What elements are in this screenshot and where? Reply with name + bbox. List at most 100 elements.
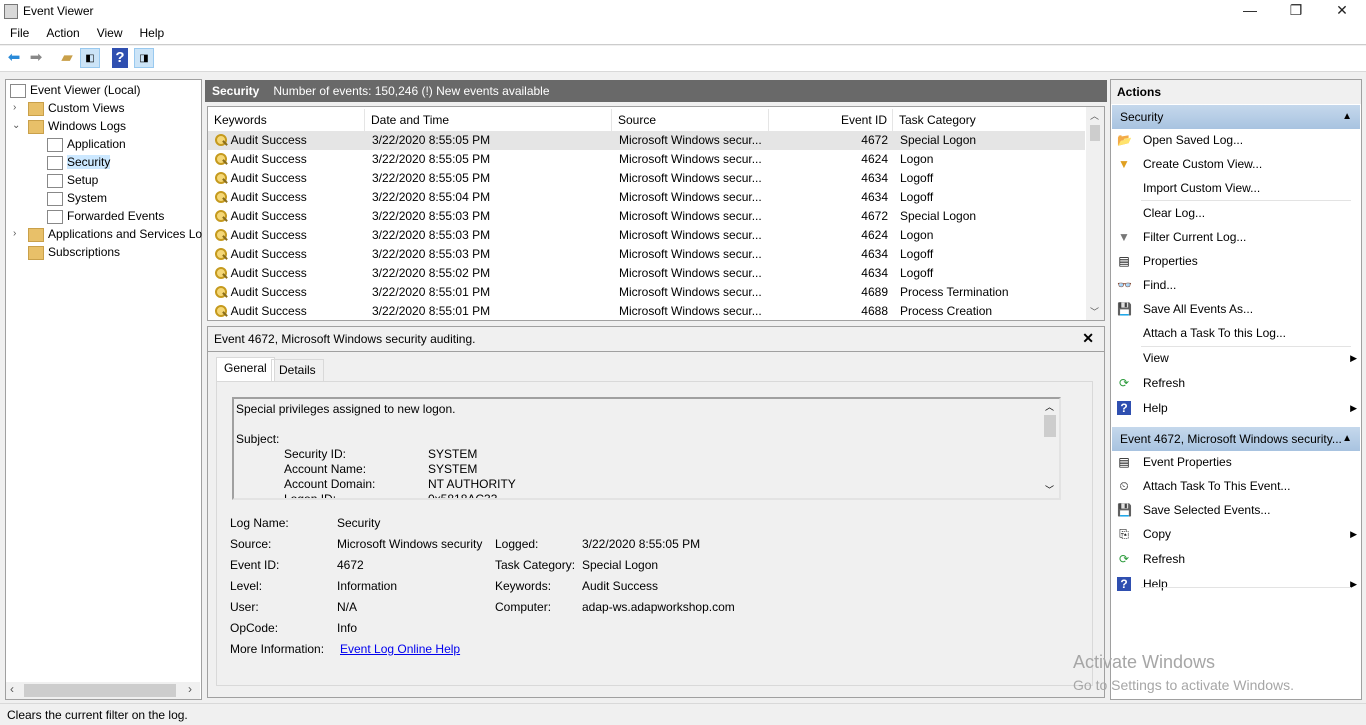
tree-applications-services[interactable]: Applications and Services Lo — [28, 225, 202, 243]
action-properties[interactable]: ▤ Properties — [1115, 251, 1357, 271]
action-refresh[interactable]: ⟳ Refresh — [1115, 373, 1357, 393]
action-open-saved-log[interactable]: 📂 Open Saved Log... — [1115, 130, 1357, 150]
expand-icon[interactable]: › — [13, 102, 16, 113]
action-label: Open Saved Log... — [1143, 133, 1244, 147]
computer-label: Computer: — [495, 600, 552, 614]
cell-text: 3/22/2020 8:55:03 PM — [372, 247, 491, 261]
menu-view[interactable]: View — [87, 23, 130, 40]
scroll-down-icon[interactable]: ﹀ — [1045, 483, 1054, 496]
tab-details[interactable]: Details — [271, 359, 324, 381]
actions-pane: Actions Security ▲ 📂 Open Saved Log... ▼ Cre… — [1110, 79, 1362, 700]
subject-value: SYSTEM — [428, 462, 478, 476]
event-log-online-help-link[interactable]: Event Log Online Help — [340, 642, 460, 656]
tree-setup[interactable]: Setup — [47, 171, 98, 189]
collapse-icon: ▲ — [1342, 111, 1352, 122]
table-row[interactable]: Audit Success 3/22/2020 8:55:01 PM Microso… — [208, 283, 1085, 302]
cell-text: 3/22/2020 8:55:03 PM — [372, 209, 491, 223]
scroll-down-icon[interactable]: ﹀ — [1090, 305, 1099, 318]
menu-file[interactable]: File — [0, 23, 36, 40]
scroll-thumb[interactable] — [1090, 125, 1100, 141]
key-icon — [214, 266, 228, 281]
action-view[interactable]: View ▶ — [1115, 348, 1357, 368]
action-help[interactable]: ? Help ▶ — [1115, 574, 1357, 594]
close-detail-button[interactable]: ✕ — [1082, 330, 1094, 347]
table-row[interactable]: Audit Success 3/22/2020 8:55:03 PM Microso… — [208, 245, 1085, 264]
column-date-time[interactable]: Date and Time — [365, 109, 612, 131]
minimize-button[interactable]: — — [1227, 2, 1273, 22]
action-save-selected-events[interactable]: 💾 Save Selected Events... — [1115, 500, 1357, 520]
tree-root[interactable]: Event Viewer (Local) — [10, 81, 141, 99]
up-folder-icon[interactable]: ▰ — [57, 48, 77, 68]
action-help[interactable]: ? Help ▶ — [1115, 398, 1357, 418]
table-row[interactable]: Audit Success 3/22/2020 8:55:01 PM Microso… — [208, 302, 1085, 321]
subject-field: Account Name: — [284, 462, 367, 476]
action-refresh[interactable]: ⟳ Refresh — [1115, 549, 1357, 569]
action-event-properties[interactable]: ▤ Event Properties — [1115, 452, 1357, 472]
action-copy[interactable]: ⎘ Copy ▶ — [1115, 524, 1357, 544]
subject-line: Account Name: SYSTEM — [236, 462, 1057, 477]
cell-text: 3/22/2020 8:55:02 PM — [372, 266, 491, 280]
tree-horizontal-scrollbar[interactable]: ‹ › — [6, 682, 200, 699]
events-vertical-scrollbar[interactable]: ︿ ﹀ — [1086, 107, 1104, 320]
action-import-custom-view[interactable]: Import Custom View... — [1115, 178, 1357, 198]
close-button[interactable]: ✕ — [1319, 2, 1365, 22]
cell-text: Audit Success — [230, 266, 307, 280]
collapse-icon[interactable]: ⌄ — [12, 120, 20, 131]
task-category-cell: Process Termination — [900, 283, 1080, 302]
help-icon[interactable]: ? — [112, 48, 128, 68]
section-security[interactable]: Security ▲ — [1112, 105, 1360, 129]
tree-security[interactable]: Security — [47, 153, 111, 171]
scroll-up-icon[interactable]: ︿ — [1045, 400, 1054, 413]
table-row[interactable]: Audit Success 3/22/2020 8:55:05 PM Microso… — [208, 131, 1085, 150]
action-clear-log[interactable]: Clear Log... — [1115, 203, 1357, 223]
tree-subscriptions[interactable]: Subscriptions — [28, 243, 120, 261]
column-task-category[interactable]: Task Category — [893, 109, 1085, 131]
scroll-right-icon[interactable]: › — [188, 682, 192, 696]
forward-icon[interactable]: ➡ — [26, 48, 46, 68]
event-description-box[interactable]: Special privileges assigned to new logon… — [232, 397, 1061, 500]
scroll-up-icon[interactable]: ︿ — [1090, 109, 1099, 122]
back-icon[interactable]: ⬅ — [4, 48, 24, 68]
show-hide-action-pane-icon[interactable]: ◨ — [134, 48, 154, 68]
tree-application[interactable]: Application — [47, 135, 126, 153]
date-cell: 3/22/2020 8:55:05 PM — [372, 150, 612, 169]
maximize-button[interactable]: ❐ — [1273, 2, 1319, 22]
tree-system[interactable]: System — [47, 189, 107, 207]
save-icon: 💾 — [1117, 503, 1132, 517]
table-row[interactable]: Audit Success 3/22/2020 8:55:03 PM Microso… — [208, 226, 1085, 245]
action-create-custom-view[interactable]: ▼ Create Custom View... — [1115, 154, 1357, 174]
date-cell: 3/22/2020 8:55:03 PM — [372, 245, 612, 264]
description-scrollbar[interactable]: ︿ ﹀ — [1042, 399, 1059, 498]
action-save-all-events-as[interactable]: 💾 Save All Events As... — [1115, 299, 1357, 319]
table-row[interactable]: Audit Success 3/22/2020 8:55:04 PM Microso… — [208, 188, 1085, 207]
menu-help[interactable]: Help — [130, 23, 172, 40]
task-category-cell: Logoff — [900, 264, 1080, 283]
table-row[interactable]: Audit Success 3/22/2020 8:55:05 PM Microso… — [208, 150, 1085, 169]
table-row[interactable]: Audit Success 3/22/2020 8:55:02 PM Microso… — [208, 264, 1085, 283]
table-row[interactable]: Audit Success 3/22/2020 8:55:05 PM Microso… — [208, 169, 1085, 188]
scroll-thumb[interactable] — [24, 684, 176, 697]
tree-windows-logs[interactable]: Windows Logs — [28, 117, 126, 135]
task-category-cell: Process Creation — [900, 302, 1080, 321]
tab-general[interactable]: General — [216, 357, 275, 381]
action-find[interactable]: 👓 Find... — [1115, 275, 1357, 295]
key-icon — [214, 247, 228, 262]
tree-forwarded-events[interactable]: Forwarded Events — [47, 207, 164, 225]
tree-custom-views[interactable]: Custom Views — [28, 99, 124, 117]
column-event-id[interactable]: Event ID — [769, 109, 893, 131]
table-row[interactable]: Audit Success 3/22/2020 8:55:03 PM Microso… — [208, 207, 1085, 226]
action-filter-current-log[interactable]: ▼ Filter Current Log... — [1115, 227, 1357, 247]
scroll-thumb[interactable] — [1044, 415, 1056, 437]
show-hide-tree-icon[interactable]: ◧ — [80, 48, 100, 68]
column-source[interactable]: Source — [612, 109, 769, 131]
expand-icon[interactable]: › — [13, 228, 16, 239]
scroll-left-icon[interactable]: ‹ — [10, 682, 14, 696]
source-value: Microsoft Windows security — [337, 537, 483, 551]
action-label: Save All Events As... — [1143, 302, 1254, 316]
cell-text: 4689 — [861, 285, 888, 299]
action-attach-task-to-this-event[interactable]: ⏲ Attach Task To This Event... — [1115, 476, 1357, 496]
menu-action[interactable]: Action — [36, 23, 86, 40]
column-keywords[interactable]: Keywords — [208, 109, 365, 131]
section-event[interactable]: Event 4672, Microsoft Windows security..… — [1112, 427, 1360, 451]
action-attach-a-task-to-this-log[interactable]: Attach a Task To this Log... — [1115, 323, 1357, 343]
